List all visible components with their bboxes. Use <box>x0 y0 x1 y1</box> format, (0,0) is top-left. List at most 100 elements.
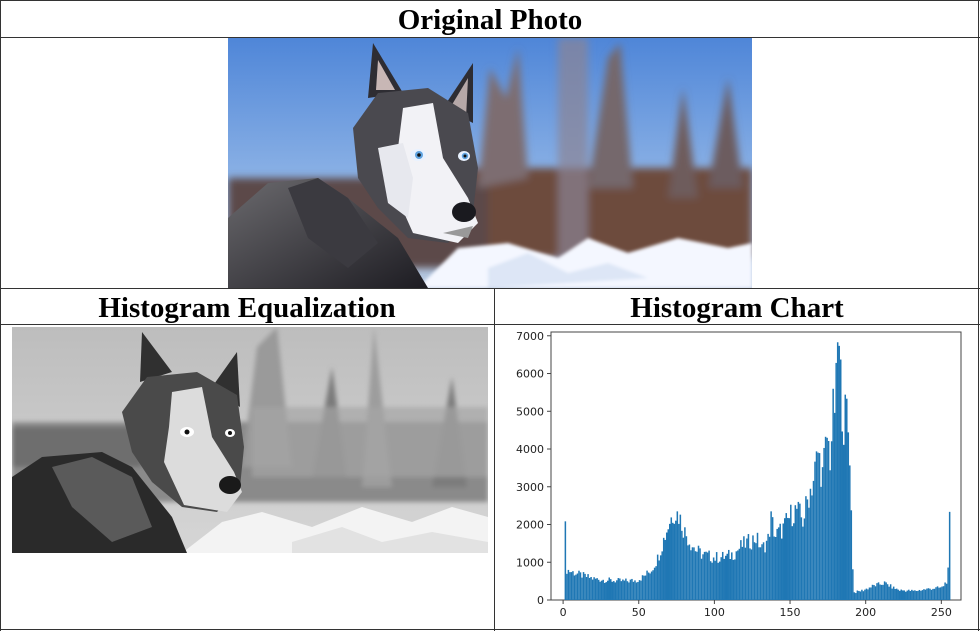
histogram-bar <box>576 573 579 600</box>
histogram-bar <box>721 551 724 600</box>
histogram-bar <box>581 577 583 600</box>
histogram-bar <box>805 496 807 600</box>
histogram-bar <box>591 579 594 600</box>
histogram-bar <box>874 586 877 600</box>
histogram-bar <box>584 573 586 600</box>
histogram-bar <box>773 536 775 600</box>
histogram-bar <box>662 537 665 600</box>
histogram-bar <box>741 546 744 600</box>
histogram-bar <box>793 523 795 600</box>
histogram-bar <box>700 558 703 600</box>
histogram-bar <box>734 559 736 600</box>
divider-row-1 <box>0 288 980 289</box>
histogram-bar <box>623 580 626 600</box>
histogram-bar <box>762 542 765 600</box>
histogram-bar <box>939 587 942 600</box>
histogram-bar <box>714 560 716 600</box>
histogram-bar <box>619 578 621 600</box>
equalized-photo <box>12 327 488 553</box>
histogram-bar <box>696 551 698 600</box>
histogram-bar <box>626 581 629 600</box>
histogram-bar <box>846 398 848 600</box>
histogram-bar <box>842 444 845 600</box>
histogram-bar <box>715 552 718 600</box>
histogram-bar <box>920 590 922 600</box>
histogram-bar <box>629 579 632 600</box>
histogram-bar <box>877 582 880 600</box>
histogram-bar <box>898 590 901 600</box>
histogram-bar <box>687 545 689 600</box>
histogram-bar <box>821 467 824 600</box>
histogram-bar <box>935 587 937 600</box>
histogram-bar <box>675 520 677 600</box>
histogram-bar <box>849 465 851 600</box>
histogram-bar <box>862 591 865 600</box>
histogram-bar <box>753 542 756 600</box>
y-tick-label: 6000 <box>516 368 544 381</box>
histogram-bar <box>570 572 573 600</box>
header-histogram-chart: Histogram Chart <box>630 292 844 324</box>
histogram-bar <box>868 587 871 600</box>
histogram-bar <box>611 581 614 600</box>
histogram-bar <box>693 547 695 600</box>
histogram-bar <box>799 503 801 600</box>
histogram-bar <box>724 555 727 600</box>
histogram-bar <box>599 581 601 600</box>
histogram-bar <box>827 441 830 600</box>
histogram-bar <box>770 511 772 600</box>
histogram-bar <box>782 523 784 600</box>
histogram-bar <box>720 557 722 600</box>
histogram-bar <box>897 589 899 600</box>
histogram-bar <box>764 552 766 600</box>
histogram-bar <box>903 590 906 600</box>
histogram-bar <box>883 581 886 600</box>
histogram-bar <box>747 534 750 600</box>
histogram-bar <box>590 577 592 600</box>
histogram-bar <box>865 588 868 600</box>
histogram-bar <box>602 579 604 600</box>
histogram-bar <box>659 555 662 600</box>
histogram-bar <box>681 530 683 600</box>
histogram-bar <box>824 436 827 600</box>
histogram-bar <box>610 579 612 600</box>
y-tick-label: 2000 <box>516 519 544 532</box>
histogram-bar <box>803 518 806 600</box>
histogram-bar <box>788 518 791 600</box>
histogram-bar <box>679 514 682 600</box>
histogram-bar <box>829 470 831 600</box>
histogram-bar <box>735 551 738 600</box>
histogram-bar <box>855 593 857 600</box>
histogram-bar <box>942 586 945 600</box>
histogram-bar <box>640 580 642 600</box>
histogram-bar <box>699 548 701 600</box>
histogram-bar <box>888 586 890 600</box>
divider-column <box>494 288 495 631</box>
histogram-bar <box>832 388 834 600</box>
histogram-bar <box>787 517 789 600</box>
histogram-bar <box>712 557 715 600</box>
histogram-bar <box>794 505 797 600</box>
histogram-bar <box>709 561 712 600</box>
histogram-bar <box>861 589 863 600</box>
y-axis-ticks: 0 1000 2000 3000 4000 5000 6000 7000 <box>516 330 551 607</box>
histogram-bar <box>852 569 854 600</box>
histogram-bar <box>783 518 786 600</box>
histogram-bar <box>650 571 653 600</box>
histogram-bar <box>933 588 936 600</box>
histogram-bar <box>625 578 627 600</box>
histogram-bar <box>826 437 828 600</box>
histogram-bar <box>749 548 751 600</box>
layout-table: Original Photo Histogram Equalization Hi… <box>0 0 980 631</box>
histogram-bar <box>767 533 769 600</box>
histogram-bar <box>923 589 925 600</box>
histogram-bar <box>850 510 853 600</box>
histogram-bar <box>594 578 597 600</box>
histogram-bar <box>768 536 771 600</box>
histogram-bar <box>790 504 792 600</box>
histogram-bar <box>585 577 588 600</box>
histogram-bar <box>617 578 620 600</box>
histogram-bar <box>673 523 676 600</box>
histogram-bar <box>879 584 881 600</box>
histogram-bar <box>694 551 697 600</box>
histogram-bar <box>917 590 919 600</box>
